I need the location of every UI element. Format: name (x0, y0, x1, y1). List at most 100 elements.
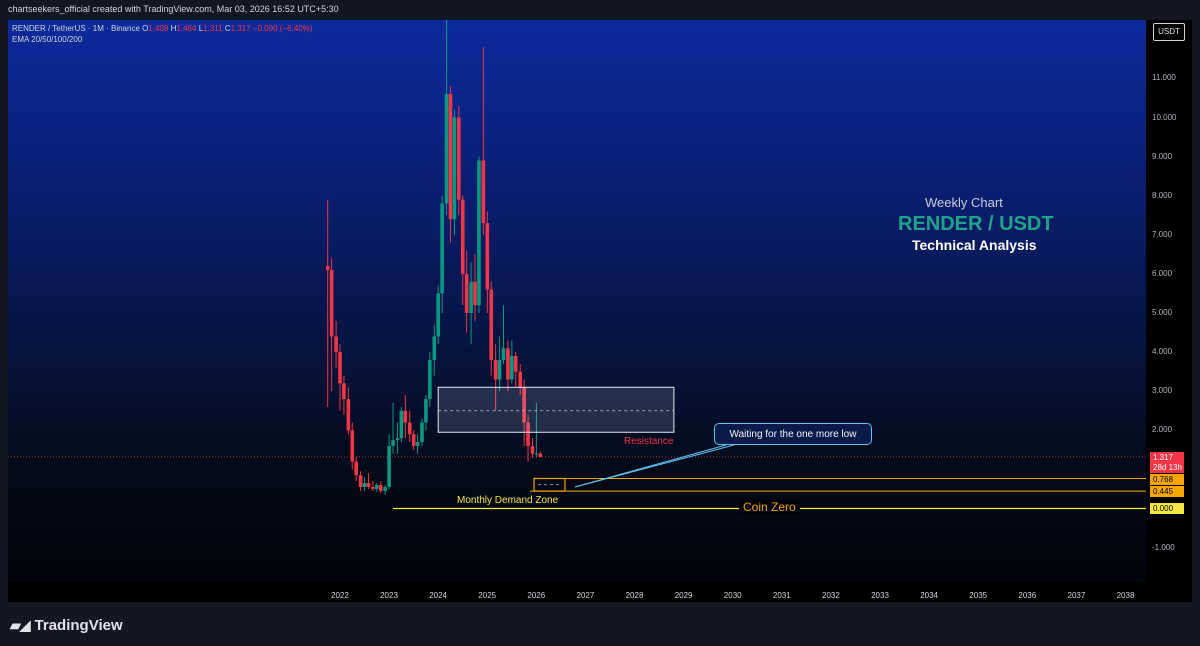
y-tick-label: 7.000 (1152, 229, 1173, 239)
demand-zone-label: Monthly Demand Zone (457, 495, 559, 506)
candle-body (510, 356, 514, 380)
x-tick-label: 2029 (674, 591, 693, 600)
candle-body (371, 486, 375, 489)
y-tick-label: 6.000 (1152, 268, 1173, 278)
candle-body (440, 203, 444, 294)
legend-symbol: RENDER / TetherUS · 1M · Binance (12, 24, 140, 33)
x-tick-label: 2024 (429, 591, 447, 600)
candle-body (325, 266, 330, 270)
candle-body (497, 359, 502, 380)
y-tick-label: -1.000 (1152, 542, 1175, 552)
candle-body (378, 485, 383, 491)
candle-body (473, 281, 477, 306)
countdown-tag: 28d 13h (1150, 462, 1184, 473)
x-tick-label: 2022 (331, 591, 349, 600)
resistance-zone (437, 386, 675, 433)
y-tick-label: 5.000 (1152, 308, 1173, 317)
x-tick-label: 2038 (1116, 591, 1135, 600)
x-tick-label: 2035 (969, 591, 988, 600)
x-tick-label: 2036 (1018, 591, 1037, 600)
candle-body (366, 483, 371, 487)
candle-body (428, 359, 432, 400)
x-tick-label: 2037 (1067, 591, 1086, 600)
candle-body (436, 293, 440, 337)
candle-body (489, 289, 494, 360)
y-tick-label: 11.000 (1152, 73, 1176, 83)
x-tick-label: 2025 (478, 591, 497, 600)
chart-svg (8, 19, 1146, 510)
candle-body (530, 445, 535, 454)
resistance-label: Resistance (624, 436, 674, 447)
callout-pointer (574, 444, 735, 488)
y-tick-label: 3.000 (1152, 386, 1173, 396)
y-tick-label: 4.000 (1152, 347, 1173, 357)
candle-body (432, 336, 437, 360)
footer-bar (0, 602, 1200, 646)
candle-body (383, 486, 387, 491)
x-tick-label: 2033 (871, 591, 889, 600)
candle-body (518, 371, 522, 388)
candle-body (452, 117, 457, 220)
tradingview-logo[interactable]: ▰◢ TradingView (10, 617, 123, 634)
candle-body (346, 399, 351, 431)
candle-body (362, 483, 367, 487)
legend-symbol-row: RENDER / TetherUS · 1M · Binance O1.408 … (12, 24, 312, 33)
candle-body (358, 475, 363, 487)
weekly-chart-label: Weekly Chart (925, 195, 1003, 210)
zone-top-tag: 0.768 (1150, 474, 1184, 485)
zone-bottom-tag: 0.445 (1150, 486, 1184, 497)
candle-body (407, 422, 412, 435)
candle-body (391, 440, 395, 446)
candle-body (329, 269, 334, 337)
y-tick-label: 2.000 (1152, 425, 1173, 435)
candle-body (460, 199, 465, 274)
candle-body (395, 438, 400, 441)
candle-body (387, 445, 391, 487)
legend-open-value: 1.408 (148, 24, 169, 33)
y-tick-label: 8.000 (1152, 190, 1173, 200)
candle-body (469, 281, 473, 313)
zero-tag: 0.000 (1150, 503, 1184, 514)
candle-body (338, 352, 342, 384)
currency-button[interactable]: USDT (1153, 23, 1185, 41)
candle-body (493, 359, 498, 380)
candle-body (354, 461, 359, 476)
candle-body (420, 422, 424, 443)
x-tick-label: 2034 (920, 591, 938, 600)
x-tick-label: 2032 (822, 591, 840, 600)
candle-body (403, 410, 408, 423)
candle-body (444, 94, 449, 204)
candle-body (485, 223, 490, 290)
x-tick-label: 2028 (625, 591, 644, 600)
candle-body (411, 434, 416, 446)
technical-analysis-label: Technical Analysis (912, 237, 1037, 253)
callout-box: Waiting for the one more low (714, 423, 872, 445)
candle-body (501, 348, 506, 360)
y-tick-label: 9.000 (1152, 151, 1173, 161)
candle-body (375, 485, 379, 489)
x-tick-label: 2023 (380, 591, 398, 600)
x-tick-label: 2027 (576, 591, 595, 600)
legend-high-value: 1.464 (176, 24, 197, 33)
x-tick-label: 2031 (772, 591, 791, 600)
candle-body (342, 383, 346, 400)
candle-body (481, 160, 486, 224)
candle-body (448, 94, 453, 220)
pair-title: RENDER / USDT (898, 213, 1054, 235)
x-tick-label: 2026 (527, 591, 546, 600)
candle-body (538, 453, 543, 458)
legend-low-value: 1.311 (203, 24, 223, 33)
candle-body (424, 399, 428, 423)
tradingview-brand: TradingView (34, 617, 123, 634)
x-tick-label: 2030 (723, 591, 742, 600)
candle-body (506, 348, 510, 380)
candle-body (415, 442, 420, 446)
candle-body (513, 356, 518, 372)
candle-body (534, 453, 539, 455)
candle-body (334, 336, 338, 353)
legend-indicator[interactable]: EMA 20/50/100/200 (12, 35, 82, 44)
tradingview-mark-icon: ▰◢ (10, 617, 31, 633)
coin-zero-label: Coin Zero (739, 500, 800, 514)
candle-body (399, 410, 404, 439)
candle-body (477, 160, 481, 306)
